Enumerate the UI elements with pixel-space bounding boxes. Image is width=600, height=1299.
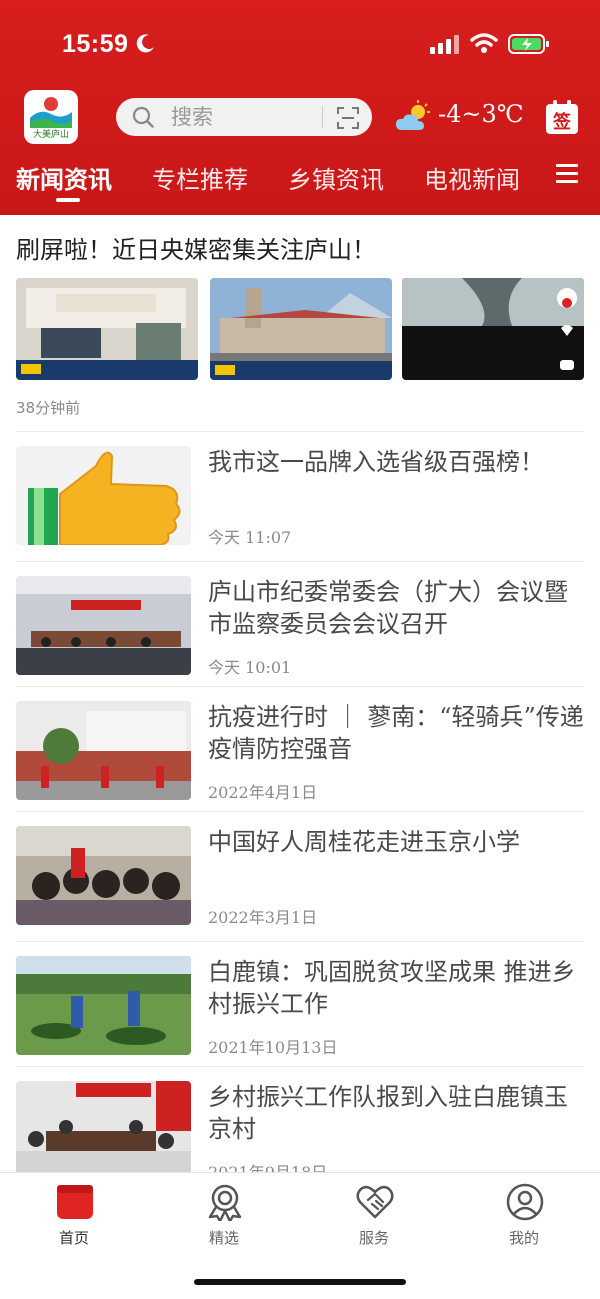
nav-profile[interactable]: 我的	[474, 1183, 574, 1253]
nav-label: 服务	[358, 1229, 389, 1247]
tab-news[interactable]: 新闻资讯	[16, 160, 112, 195]
calendar-ring	[553, 100, 557, 108]
handshake-icon	[356, 1185, 394, 1219]
status-time: 15:59	[62, 30, 129, 58]
tab-tv-news[interactable]: 电视新闻	[424, 160, 520, 195]
news-image	[16, 576, 191, 675]
nav-label: 我的	[508, 1229, 539, 1247]
nav-label: 首页	[58, 1229, 89, 1247]
search-divider	[322, 106, 323, 128]
news-title: 庐山市纪委常委会（扩大）会议暨市监察委员会会议召开	[208, 578, 568, 638]
calendar-ring	[567, 100, 571, 108]
news-date: 2021年10月13日	[208, 1038, 338, 1057]
news-title: 乡村振兴工作队报到入驻白鹿镇玉京村	[208, 1083, 568, 1143]
sign-in-button[interactable]: 签	[546, 100, 578, 134]
news-image	[16, 956, 191, 1055]
app-logo[interactable]: 大美庐山	[24, 90, 78, 144]
nav-label: 精选	[208, 1229, 239, 1247]
partly-sunny-icon	[396, 100, 430, 130]
news-date: 2022年4月1日	[208, 783, 318, 802]
active-tab-indicator	[56, 198, 80, 202]
moon-icon	[136, 34, 154, 53]
tab-columns[interactable]: 专栏推荐	[152, 160, 248, 195]
divider	[16, 561, 584, 562]
nav-home[interactable]: 首页	[24, 1183, 124, 1253]
news-item[interactable]: 我市这一品牌入选省级百强榜！ 今天 11:07	[0, 446, 600, 547]
svg-text:大美庐山: 大美庐山	[33, 128, 69, 140]
scan-icon[interactable]	[337, 107, 359, 129]
wifi-icon	[470, 33, 498, 53]
news-item[interactable]: 乡村振兴工作队报到入驻白鹿镇玉京村 2021年9月18日	[0, 1081, 600, 1182]
divider	[16, 686, 584, 687]
news-image	[16, 446, 191, 545]
status-bar: 15:59	[0, 0, 600, 80]
news-item[interactable]: 庐山市纪委常委会（扩大）会议暨市监察委员会会议召开 今天 10:01	[0, 576, 600, 677]
badge-icon	[208, 1184, 242, 1221]
feature-time: 38分钟前	[16, 399, 81, 417]
news-item[interactable]: 中国好人周桂花走进玉京小学 2022年3月1日	[0, 826, 600, 927]
sign-label: 签	[553, 112, 571, 133]
tab-towns[interactable]: 乡镇资讯	[288, 160, 384, 195]
feature-image[interactable]	[16, 278, 198, 380]
news-title: 中国好人周桂花走进玉京小学	[208, 828, 520, 856]
news-title: 白鹿镇：巩固脱贫攻坚成果 推进乡村振兴工作	[208, 958, 576, 1018]
news-item[interactable]: 白鹿镇：巩固脱贫攻坚成果 推进乡村振兴工作 2021年10月13日	[0, 956, 600, 1057]
divider	[16, 811, 584, 812]
feature-title[interactable]: 刷屏啦！近日央媒密集关注庐山！	[16, 230, 376, 265]
temperature: -4~3℃	[438, 100, 524, 128]
home-icon	[57, 1185, 93, 1219]
signal-icon	[430, 35, 459, 54]
search-icon	[132, 106, 154, 128]
category-tabs: 新闻资讯 专栏推荐 乡镇资讯 电视新闻	[0, 158, 600, 210]
divider	[16, 941, 584, 942]
news-date: 今天 11:07	[208, 528, 292, 547]
user-icon	[506, 1183, 544, 1221]
news-title: 我市这一品牌入选省级百强榜！	[208, 448, 544, 476]
news-date: 今天 10:01	[208, 658, 292, 677]
nav-featured[interactable]: 精选	[174, 1183, 274, 1253]
feature-image[interactable]	[210, 278, 392, 380]
news-image	[16, 826, 191, 925]
news-item[interactable]: 抗疫进行时 ｜ 蓼南：“轻骑兵”传递疫情防控强音 2022年4月1日	[0, 701, 600, 802]
feature-thumbnails[interactable]	[16, 278, 586, 380]
divider	[16, 431, 584, 432]
news-image	[16, 1081, 191, 1180]
feature-image[interactable]	[402, 278, 584, 380]
menu-icon[interactable]	[556, 164, 578, 184]
nav-services[interactable]: 服务	[324, 1183, 424, 1253]
divider	[16, 1066, 584, 1067]
app-header: 15:59 大美庐山 搜索 -4~3℃ 签 新闻资讯 专栏推荐 乡镇资讯 电视新…	[0, 0, 600, 215]
search-input[interactable]	[171, 102, 321, 132]
news-date: 2022年3月1日	[208, 908, 318, 927]
search-bar[interactable]	[116, 98, 372, 136]
home-indicator	[194, 1279, 406, 1285]
news-title: 抗疫进行时 ｜ 蓼南：“轻骑兵”传递疫情防控强音	[208, 703, 584, 763]
logo-icon: 大美庐山	[30, 97, 72, 140]
battery-icon	[508, 34, 549, 54]
news-image	[16, 701, 191, 800]
